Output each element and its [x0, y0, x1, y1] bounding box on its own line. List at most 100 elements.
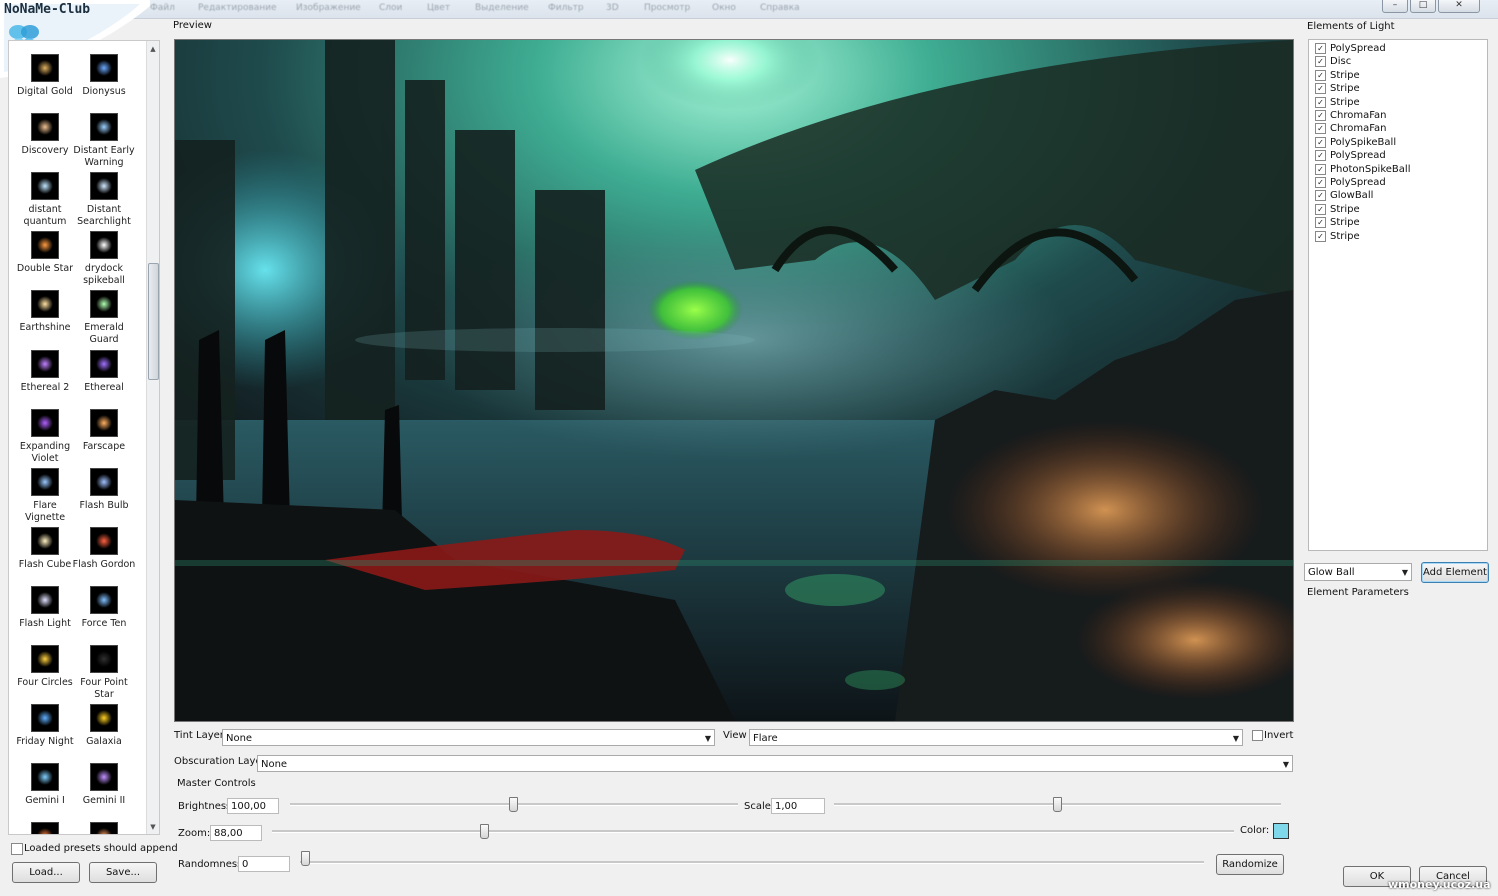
element-row[interactable]: ✓ GlowBall — [1315, 189, 1373, 202]
scale-field[interactable]: 1,00 — [771, 798, 825, 814]
element-row[interactable]: ✓ PolySpread — [1315, 149, 1386, 162]
preset-item[interactable]: Flash Light — [13, 585, 77, 630]
element-checkbox[interactable]: ✓ — [1315, 123, 1326, 135]
element-checkbox[interactable]: ✓ — [1315, 230, 1326, 242]
menu-item[interactable]: Редактирование — [198, 3, 277, 13]
element-type-select[interactable]: Glow Ball ▼ — [1304, 563, 1412, 581]
preset-item[interactable]: Earthshine — [13, 290, 77, 334]
preset-item[interactable]: Expanding Violet — [13, 408, 77, 465]
preset-item[interactable]: Galaxia — [72, 704, 136, 748]
preset-item[interactable]: Friday Night — [13, 704, 77, 748]
zoom-slider-thumb[interactable] — [480, 824, 489, 839]
add-element-button[interactable]: Add Element — [1421, 562, 1489, 583]
element-row[interactable]: ✓ PhotonSpikeBall — [1315, 163, 1410, 176]
brightness-field[interactable]: 100,00 — [227, 798, 279, 814]
load-button[interactable]: Load... — [12, 862, 80, 883]
elements-list[interactable]: ✓ PolySpread ✓ Disc ✓ Stripe ✓ Stripe ✓ Stripe ✓ Ch… — [1308, 39, 1488, 551]
zoom-slider-track[interactable] — [272, 830, 1234, 833]
view-select[interactable]: Flare ▼ — [749, 729, 1243, 746]
element-checkbox[interactable]: ✓ — [1315, 136, 1326, 148]
menu-item[interactable]: Выделение — [475, 3, 529, 13]
preset-item[interactable]: Farscape — [72, 408, 136, 453]
menu-item[interactable]: Фильтр — [548, 3, 584, 13]
obscuration-layer-select[interactable]: None ▼ — [257, 755, 1293, 772]
randomness-slider-thumb[interactable] — [301, 851, 310, 866]
randomize-button[interactable]: Randomize — [1216, 854, 1284, 875]
element-row[interactable]: ✓ PolySpread — [1315, 176, 1386, 189]
preset-item[interactable]: Four Point Star — [72, 645, 136, 701]
menu-item[interactable]: Изображение — [296, 3, 361, 13]
menu-item[interactable]: Слои — [379, 3, 402, 13]
element-checkbox[interactable]: ✓ — [1315, 56, 1326, 68]
brightness-slider-thumb[interactable] — [509, 797, 518, 812]
randomness-slider-track[interactable] — [300, 861, 1204, 864]
element-checkbox[interactable]: ✓ — [1315, 177, 1326, 188]
preset-item[interactable]: Ethereal — [72, 349, 136, 394]
scroll-up-icon[interactable]: ▲ — [147, 43, 159, 55]
menu-item[interactable]: 3D — [606, 3, 619, 13]
scale-slider-thumb[interactable] — [1053, 797, 1062, 812]
minimize-button[interactable]: – — [1382, 0, 1408, 13]
element-row[interactable]: ✓ Disc — [1315, 55, 1351, 68]
preset-item[interactable]: Discovery — [13, 113, 77, 157]
randomness-field[interactable]: 0 — [238, 856, 290, 872]
preset-list[interactable]: Digital Gold Dionysus Discovery Distant Ear… — [8, 40, 160, 835]
save-button[interactable]: Save... — [89, 862, 157, 883]
element-checkbox[interactable]: ✓ — [1315, 150, 1326, 162]
close-button[interactable]: ✕ — [1438, 0, 1480, 13]
element-checkbox[interactable]: ✓ — [1315, 110, 1326, 121]
preset-item[interactable]: drydock spikeball — [72, 231, 136, 287]
preset-item[interactable]: Gemini I — [13, 763, 77, 807]
preset-item[interactable]: Force Ten — [72, 585, 136, 630]
preset-item[interactable]: Ethereal 2 — [13, 349, 77, 394]
preset-item[interactable]: distant quantum — [13, 172, 77, 228]
menu-item[interactable]: Файл — [150, 3, 175, 13]
element-checkbox[interactable]: ✓ — [1315, 190, 1326, 202]
invert-checkbox[interactable] — [1252, 730, 1263, 741]
preset-item[interactable]: Digital Gold — [13, 54, 77, 98]
menu-item[interactable]: Окно — [712, 3, 736, 13]
preset-item[interactable] — [13, 822, 77, 834]
preset-item[interactable] — [72, 822, 136, 834]
color-swatch[interactable] — [1273, 823, 1289, 839]
element-row[interactable]: ✓ PolySpread — [1315, 42, 1386, 55]
element-row[interactable]: ✓ ChromaFan — [1315, 122, 1387, 135]
preset-item[interactable]: Four Circles — [13, 645, 77, 689]
preset-item[interactable]: Flash Cube — [13, 526, 77, 571]
append-presets-checkbox[interactable] — [11, 843, 23, 855]
preset-item[interactable]: Distant Searchlight — [72, 172, 136, 228]
element-row[interactable]: ✓ Stripe — [1315, 96, 1360, 109]
preset-item[interactable]: Flash Gordon — [72, 526, 136, 571]
element-row[interactable]: ✓ Stripe — [1315, 203, 1360, 216]
preset-item[interactable]: Dionysus — [72, 54, 136, 98]
maximize-button[interactable]: □ — [1410, 0, 1436, 13]
preset-item[interactable]: Flare Vignette — [13, 467, 77, 524]
element-row[interactable]: ✓ Stripe — [1315, 216, 1360, 229]
element-checkbox[interactable]: ✓ — [1315, 96, 1326, 108]
scroll-thumb[interactable] — [148, 263, 159, 380]
element-label: Stripe — [1330, 230, 1360, 242]
element-checkbox[interactable]: ✓ — [1315, 43, 1326, 54]
preset-item[interactable]: Emerald Guard — [72, 290, 136, 346]
element-checkbox[interactable]: ✓ — [1315, 163, 1326, 175]
menu-item[interactable]: Цвет — [427, 3, 450, 13]
preset-item[interactable]: Gemini II — [72, 763, 136, 807]
preset-item[interactable]: Flash Bulb — [72, 467, 136, 512]
element-checkbox[interactable]: ✓ — [1315, 203, 1326, 215]
element-row[interactable]: ✓ ChromaFan — [1315, 109, 1387, 122]
element-row[interactable]: ✓ Stripe — [1315, 69, 1360, 82]
element-row[interactable]: ✓ PolySpikeBall — [1315, 136, 1396, 149]
scroll-down-icon[interactable]: ▼ — [147, 821, 159, 833]
menu-item[interactable]: Просмотр — [644, 3, 690, 13]
preset-scrollbar[interactable]: ▲ ▼ — [146, 41, 159, 834]
preset-item[interactable]: Double Star — [13, 231, 77, 275]
tint-layer-select[interactable]: None ▼ — [222, 729, 715, 746]
zoom-field[interactable]: 88,00 — [210, 825, 262, 841]
element-row[interactable]: ✓ Stripe — [1315, 82, 1360, 95]
element-checkbox[interactable]: ✓ — [1315, 217, 1326, 229]
element-row[interactable]: ✓ Stripe — [1315, 230, 1360, 243]
menu-item[interactable]: Справка — [760, 3, 800, 13]
element-checkbox[interactable]: ✓ — [1315, 83, 1326, 95]
preset-item[interactable]: Distant Early Warning — [72, 113, 136, 169]
element-checkbox[interactable]: ✓ — [1315, 69, 1326, 81]
